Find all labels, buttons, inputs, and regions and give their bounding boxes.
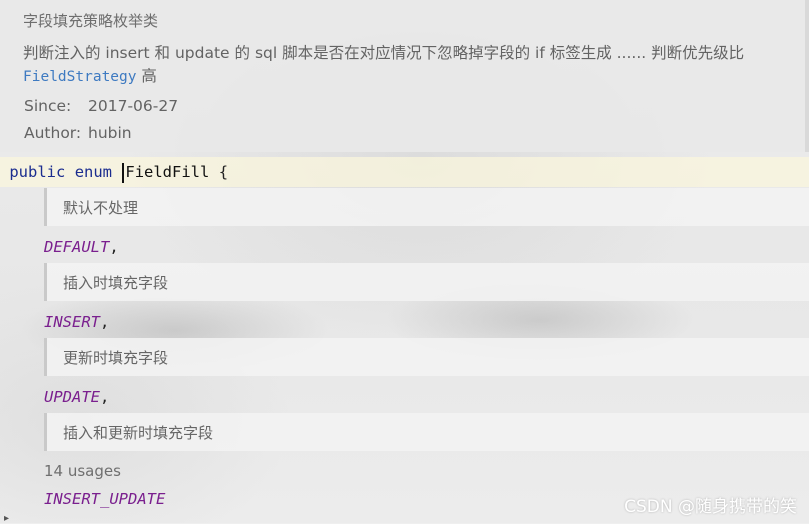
doc-update: 更新时填充字段: [44, 338, 809, 376]
constant-insert-update[interactable]: INSERT_UPDATE: [44, 486, 165, 512]
constant-update-name: UPDATE: [44, 388, 100, 406]
constant-default-comma: ,: [109, 238, 119, 256]
doc-default-text: 默认不处理: [63, 199, 139, 217]
doc-insert-text: 插入时填充字段: [63, 274, 169, 292]
doc-insert-update: 插入和更新时填充字段: [44, 413, 809, 451]
doc-insert-update-text: 插入和更新时填充字段: [63, 424, 214, 442]
since-value: 2017-06-27: [88, 97, 179, 115]
constant-default[interactable]: DEFAULT,: [44, 234, 119, 260]
javadoc-block: 字段填充策略枚举类 判断注入的 insert 和 update 的 sql 脚本…: [0, 0, 809, 152]
enum-name[interactable]: FieldFill: [125, 163, 209, 181]
constant-insert-update-name: INSERT_UPDATE: [44, 490, 166, 508]
since-label: Since:: [24, 97, 72, 115]
author-label: Author:: [24, 124, 82, 142]
javadoc-description: 判断注入的 insert 和 update 的 sql 脚本是否在对应情况下忽略…: [23, 42, 793, 89]
javadoc-description-text: 判断注入的 insert 和 update 的 sql 脚本是否在对应情况下忽略…: [23, 44, 745, 62]
doc-update-text: 更新时填充字段: [63, 349, 169, 367]
javadoc-author: Author: hubin: [24, 124, 132, 142]
javadoc-summary: 字段填充策略枚举类: [23, 12, 159, 30]
constant-insert[interactable]: INSERT,: [44, 309, 109, 335]
constant-insert-comma: ,: [100, 313, 110, 331]
constant-update[interactable]: UPDATE,: [44, 384, 109, 410]
constant-insert-name: INSERT: [44, 313, 100, 331]
keyword-enum: enum: [74, 163, 113, 181]
doc-insert: 插入时填充字段: [44, 263, 809, 301]
constant-default-name: DEFAULT: [44, 238, 110, 256]
code-editor[interactable]: 字段填充策略枚举类 判断注入的 insert 和 update 的 sql 脚本…: [0, 0, 809, 524]
fold-marker-icon[interactable]: ▸: [4, 514, 12, 524]
open-brace: {: [218, 163, 229, 181]
usages-hint[interactable]: 14 usages: [44, 462, 121, 480]
doc-default: 默认不处理: [44, 188, 809, 226]
author-value: hubin: [88, 124, 132, 142]
constant-update-comma: ,: [100, 388, 110, 406]
csdn-watermark: CSDN @随身携带的笑: [624, 497, 797, 517]
javadoc-since: Since: 2017-06-27: [24, 97, 178, 115]
fieldstrategy-link[interactable]: FieldStrategy: [23, 69, 137, 85]
keyword-public: public: [9, 163, 66, 181]
javadoc-description-suffix: 高: [136, 67, 157, 85]
enum-declaration-line[interactable]: public enum FieldFill {: [0, 157, 809, 187]
